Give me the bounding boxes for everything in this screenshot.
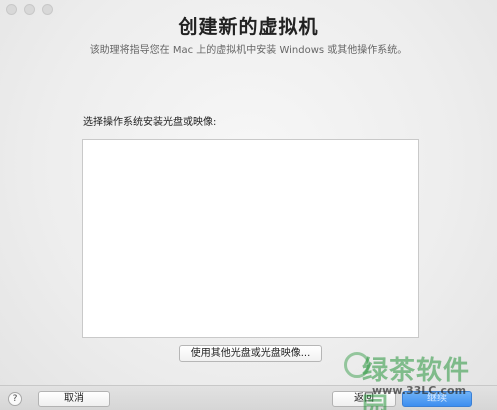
continue-button[interactable]: 继续 [402,391,472,407]
help-button[interactable]: ? [8,392,22,406]
install-media-list[interactable] [82,139,419,338]
cancel-button[interactable]: 取消 [38,391,110,407]
back-button[interactable]: 返回 [332,391,396,407]
page-title: 创建新的虚拟机 [178,16,319,38]
footer-bar: ? 取消 返回 继续 [0,385,497,410]
watermark-logo-icon [344,352,370,378]
select-media-label: 选择操作系统安装光盘或映像: [83,117,217,128]
new-vm-assistant-window: 创建新的虚拟机 该助理将指导您在 Mac 上的虚拟机中安装 Windows 或其… [0,0,497,410]
page-subtitle: 该助理将指导您在 Mac 上的虚拟机中安装 Windows 或其他操作系统。 [89,45,408,56]
use-other-media-button[interactable]: 使用其他光盘或光盘映像... [179,345,322,362]
